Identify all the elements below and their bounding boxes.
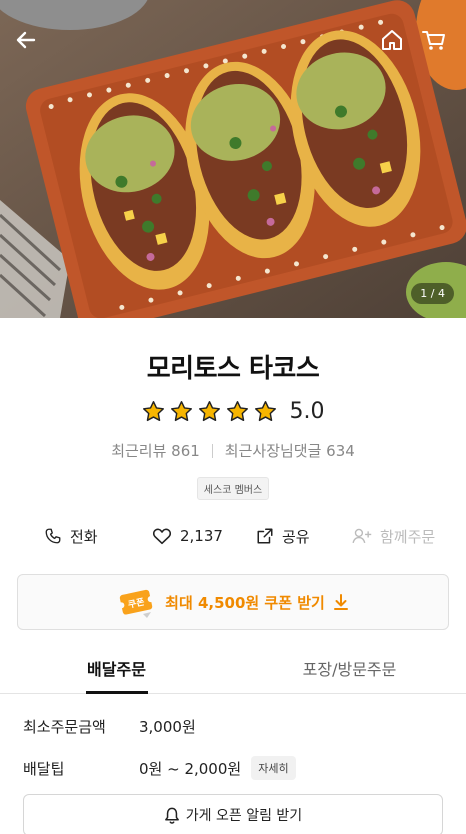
open-alarm-button[interactable]: 가게 오픈 알림 받기	[23, 794, 443, 834]
star-icon	[170, 401, 192, 422]
group-order-label: 함께주문	[380, 527, 436, 546]
photo-counter: 1 / 4	[411, 283, 454, 304]
rating-value: 5.0	[289, 399, 325, 424]
tip-detail-button[interactable]: 자세히	[251, 756, 296, 780]
cesco-members-badge: 세스코 멤버스	[196, 477, 270, 500]
delivery-info: 최소주문금액 3,000원 배달팁 0원 ~ 2,000원 자세히	[0, 716, 466, 780]
heart-icon	[152, 528, 172, 545]
recent-reviews-link[interactable]: 최근리뷰 861	[111, 440, 200, 461]
tab-pickup[interactable]: 포장/방문주문	[233, 656, 466, 693]
action-bar: 전화 2,137 공유 함께주문	[0, 522, 466, 550]
open-alarm-label: 가게 오픈 알림 받기	[185, 808, 303, 824]
coupon-icon: 쿠폰	[118, 589, 154, 618]
cart-icon	[422, 31, 445, 50]
share-label: 공유	[282, 527, 310, 546]
min-order-value: 3,000원	[139, 717, 196, 736]
delivery-tip-value: 0원 ~ 2,000원	[139, 759, 242, 778]
order-type-tabs: 배달주문 포장/방문주문	[0, 656, 466, 694]
star-icon	[226, 401, 248, 422]
owner-replies-link[interactable]: 최근사장님댓글 634	[225, 440, 355, 461]
review-stats: 최근리뷰 861 최근사장님댓글 634	[0, 440, 466, 461]
coupon-button[interactable]: 쿠폰 최대 4,500원 쿠폰 받기	[17, 574, 449, 630]
phone-icon	[45, 528, 61, 544]
group-order-button[interactable]: 함께주문	[352, 526, 435, 547]
add-person-icon	[352, 528, 372, 544]
download-icon	[333, 594, 348, 610]
bell-icon	[164, 807, 179, 824]
rating: 5.0	[0, 399, 466, 424]
coupon-label: 최대 4,500원 쿠폰 받기	[165, 593, 325, 612]
star-icon	[142, 401, 164, 422]
back-button[interactable]	[8, 22, 44, 58]
back-arrow-icon	[16, 31, 36, 49]
cart-button[interactable]	[416, 22, 452, 58]
call-label: 전화	[70, 527, 98, 546]
like-count: 2,137	[180, 527, 223, 545]
hero-image[interactable]: 1 / 4	[0, 0, 466, 318]
like-button[interactable]: 2,137	[152, 527, 256, 545]
delivery-tip-label: 배달팁	[23, 759, 65, 778]
home-button[interactable]	[374, 22, 410, 58]
min-order-label: 최소주문금액	[23, 717, 106, 736]
tab-delivery[interactable]: 배달주문	[0, 656, 233, 693]
star-icon	[198, 401, 220, 422]
divider	[211, 443, 213, 458]
delivery-tip-row: 배달팁 0원 ~ 2,000원 자세히	[23, 756, 443, 780]
home-icon	[382, 30, 402, 50]
call-button[interactable]: 전화	[44, 526, 152, 547]
store-name: 모리토스 타코스	[146, 354, 320, 384]
star-icon	[254, 401, 276, 422]
min-order-row: 최소주문금액 3,000원	[23, 716, 443, 736]
share-icon	[257, 528, 273, 544]
share-button[interactable]: 공유	[256, 526, 352, 547]
